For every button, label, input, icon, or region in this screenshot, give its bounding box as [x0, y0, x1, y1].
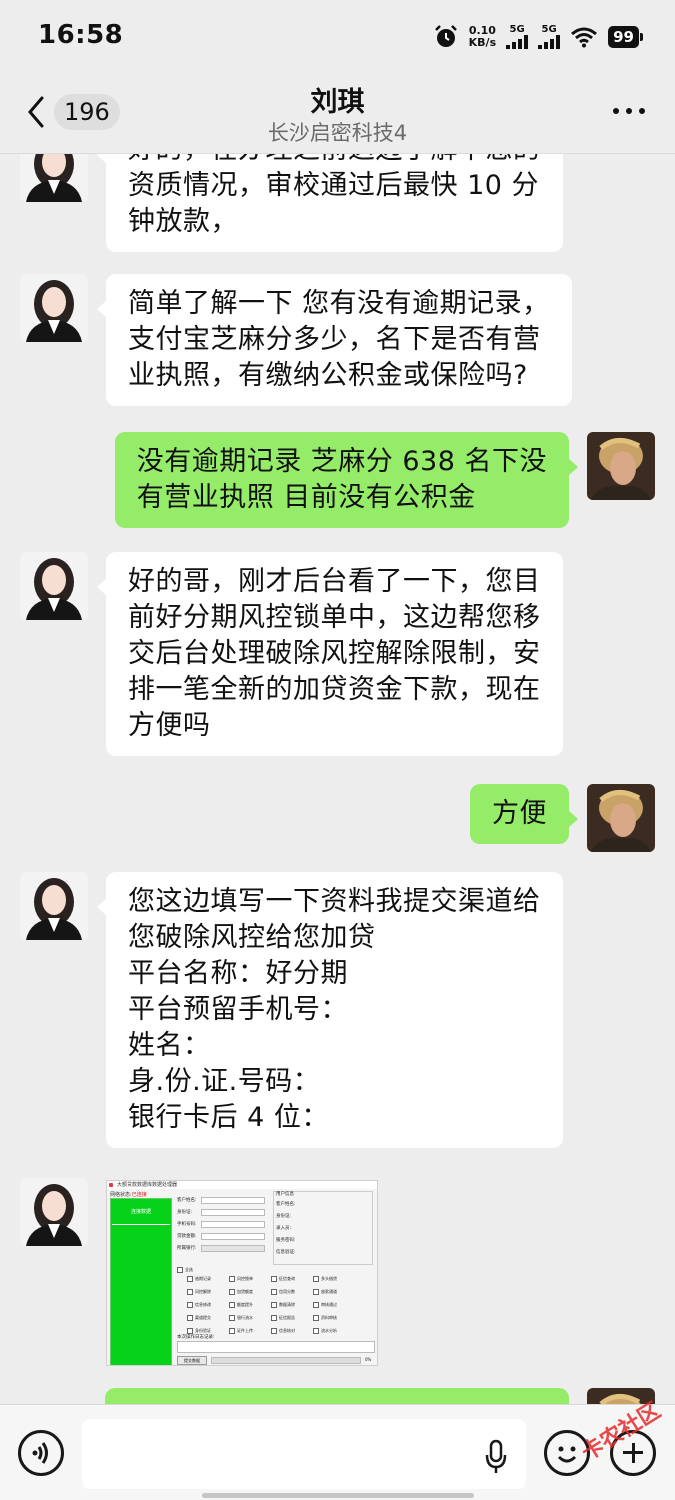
screenshot-form-row: 所属银行:: [177, 1245, 267, 1253]
screenshot-form-row: 贷款金额:: [177, 1233, 267, 1241]
screenshot-group-label: 信息验证:: [276, 1250, 296, 1255]
contact-avatar[interactable]: [20, 1178, 88, 1246]
screenshot-log-area: [177, 1341, 375, 1353]
sim1-label: 5G: [509, 24, 525, 35]
screenshot-checkbox: 逾期记录: [187, 1276, 211, 1282]
screenshot-checkbox: 资料审核: [313, 1315, 337, 1321]
message-bubble-incoming[interactable]: 好的哥，刚才后台看了一下，您目 前好分期风控锁单中，这边帮您移 交后台处理破除风…: [97, 552, 563, 756]
voice-input-icon[interactable]: [18, 1430, 64, 1476]
signal-bars-icon: [538, 35, 561, 49]
screenshot-checkbox: 加贷额度: [229, 1289, 253, 1295]
screenshot-checkbox: 信用分数: [271, 1289, 295, 1295]
screenshot-green-button: 连接数据: [112, 1199, 170, 1225]
screenshot-group-label: 身份证:: [276, 1214, 292, 1219]
screenshot-checkbox: 风控锁单: [229, 1276, 253, 1282]
input-bar: [0, 1404, 675, 1500]
message-bubble-incoming[interactable]: 简单了解一下 您有没有逾期记录， 支付宝芝麻分多少，名下是否有营 业执照，有缴纳…: [97, 274, 572, 406]
screenshot-green-panel: 连接数据: [110, 1198, 172, 1365]
message-bubble-outgoing-partial[interactable]: [105, 1388, 569, 1404]
status-icons: 0.10 KB/s 5G 5G 99: [433, 22, 643, 52]
screenshot-form-row: 手机号码:: [177, 1221, 267, 1229]
screenshot-group-title: 用户信息: [276, 1192, 294, 1197]
battery-indicator: 99: [608, 26, 643, 48]
screenshot-checkbox: 流水分析: [313, 1328, 337, 1334]
screenshot-checkbox: 信息核对: [271, 1328, 295, 1334]
screenshot-checkbox: 审核通过: [313, 1302, 337, 1308]
net-speed-unit: KB/s: [468, 36, 497, 49]
chat-subtitle: 长沙启密科技4: [267, 121, 408, 145]
screenshot-status: 网络状态:已连接: [110, 1191, 147, 1198]
message-bubble-outgoing[interactable]: 没有逾期记录 芝麻分 638 名下没 有营业执照 目前没有公积金: [114, 432, 579, 528]
screenshot-checkbox: 征信查询: [271, 1276, 295, 1282]
screenshot-checkbox: 多头借贷: [313, 1276, 337, 1282]
screenshot-checkbox: 全选: [177, 1267, 193, 1273]
my-avatar[interactable]: [587, 784, 655, 852]
my-avatar[interactable]: [587, 432, 655, 500]
chat-title: 刘琪: [310, 87, 365, 118]
screenshot-user-info-group: 用户信息 客户姓名: 身份证: 录入员: 服务密码: 信息验证:: [273, 1191, 373, 1265]
screenshot-checkbox: 放款通道: [313, 1289, 337, 1295]
screenshot-submit-button: 提交数据: [177, 1356, 207, 1365]
contact-avatar[interactable]: [20, 872, 88, 940]
contact-avatar[interactable]: [20, 154, 88, 202]
net-speed: 0.10 KB/s: [469, 25, 496, 49]
screenshot-checkbox: 风控解除: [187, 1289, 211, 1295]
screenshot-checkbox: 渠道提交: [187, 1315, 211, 1321]
microphone-icon[interactable]: [484, 1439, 508, 1475]
home-indicator[interactable]: [202, 1493, 474, 1498]
screenshot-group-label: 服务密码:: [276, 1238, 296, 1243]
message-input[interactable]: [82, 1419, 526, 1489]
signal-bars-icon: [506, 35, 529, 49]
screenshot-progress-text: 0%: [365, 1357, 372, 1362]
screenshot-window-title: 大额贷款数据库数据处理器: [107, 1181, 377, 1189]
image-message[interactable]: 大额贷款数据库数据处理器 网络状态:已连接 连接数据 客户姓名: 身份证: 手机…: [106, 1180, 378, 1366]
message-bubble-outgoing[interactable]: 方便: [470, 784, 578, 844]
screenshot-checkbox: 信息修改: [187, 1302, 211, 1308]
signal-sim1: 5G: [506, 24, 529, 49]
wifi-icon: [571, 27, 598, 48]
screenshot-form-row: 客户姓名:: [177, 1197, 267, 1205]
screenshot-group-label: 客户姓名:: [276, 1202, 296, 1207]
screenshot-checkbox: 数据清除: [271, 1302, 295, 1308]
message-list[interactable]: 好的，在办理之前这边了解下您的 资质情况，审校通过后最快 10 分 钟放款， 简…: [0, 154, 675, 1404]
chat-header: 196 刘琪 长沙启密科技4: [0, 74, 675, 154]
screenshot-checkbox: 征信报告: [271, 1315, 295, 1321]
message-bubble-incoming[interactable]: 好的，在办理之前这边了解下您的 资质情况，审校通过后最快 10 分 钟放款，: [97, 154, 563, 252]
sim2-label: 5G: [541, 24, 557, 35]
screenshot-group-label: 录入员:: [276, 1226, 292, 1231]
screenshot-checkbox: 额度提升: [229, 1302, 253, 1308]
signal-sim2: 5G: [538, 24, 561, 49]
contact-avatar[interactable]: [20, 274, 88, 342]
more-options-icon[interactable]: [613, 108, 645, 114]
screenshot-checkbox: 证件上传: [229, 1328, 253, 1334]
message-bubble-incoming[interactable]: 您这边填写一下资料我提交渠道给 您破除风控给您加贷 平台名称：好分期 平台预留手…: [97, 872, 563, 1148]
screenshot-form-row: 身份证:: [177, 1209, 267, 1217]
screenshot-progress-bar: [211, 1357, 361, 1364]
alarm-icon: [434, 25, 457, 47]
contact-avatar[interactable]: [20, 552, 88, 620]
screenshot-checkbox: 银行流水: [229, 1315, 253, 1321]
screenshot-note-label: 本次操作日志记录:: [177, 1335, 215, 1340]
status-bar: 16:58 0.10 KB/s 5G 5G 99: [0, 0, 675, 74]
clock: 16:58: [38, 20, 124, 50]
